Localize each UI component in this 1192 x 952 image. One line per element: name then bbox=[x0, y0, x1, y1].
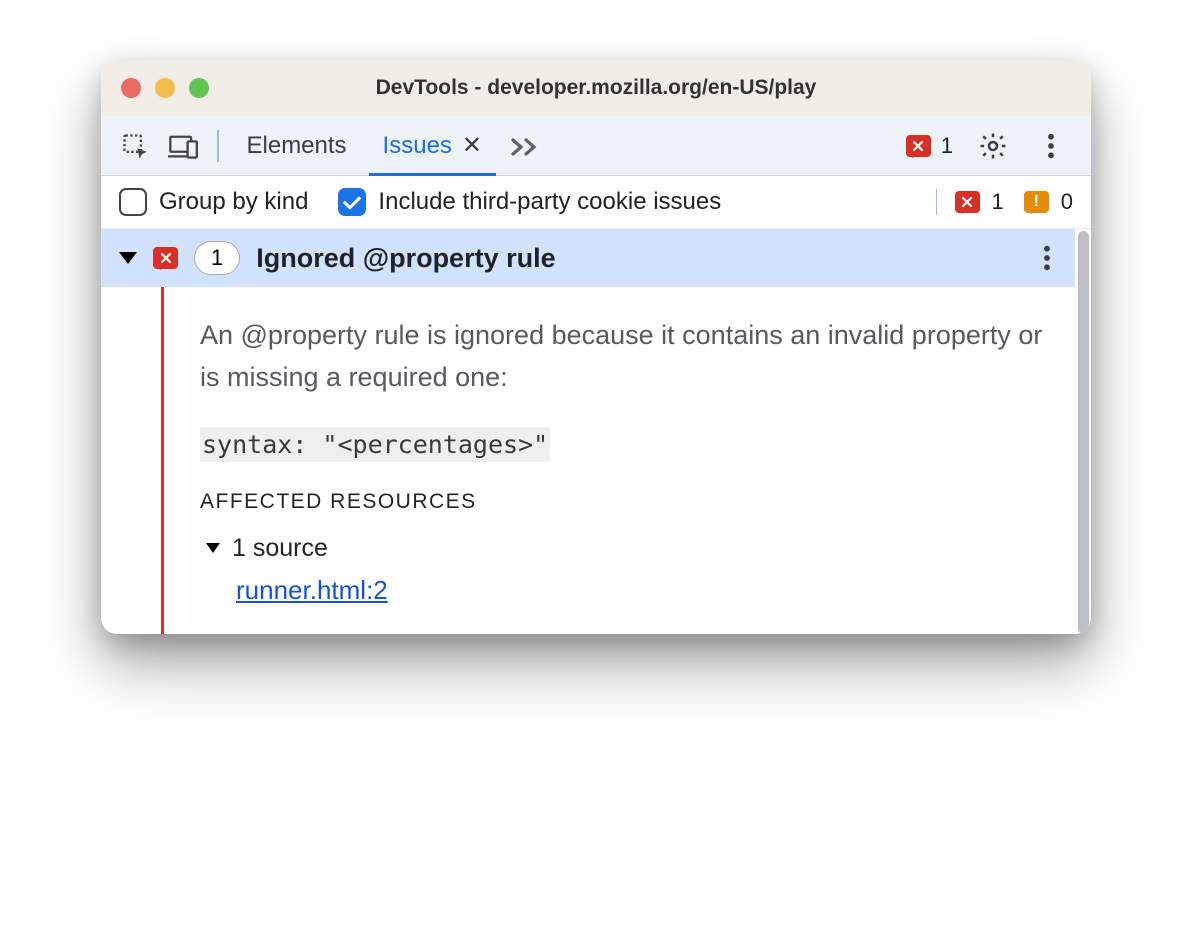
include-third-party-checkbox[interactable] bbox=[338, 188, 366, 216]
include-third-party-label: Include third-party cookie issues bbox=[378, 188, 721, 216]
source-count: 1 source bbox=[232, 534, 328, 563]
titlebar: DevTools - developer.mozilla.org/en-US/p… bbox=[101, 60, 1091, 116]
error-badge[interactable]: 1 bbox=[906, 133, 953, 159]
tabs: Elements Issues ✕ bbox=[229, 116, 553, 175]
options-bar: Group by kind Include third-party cookie… bbox=[101, 176, 1091, 229]
tab-elements[interactable]: Elements bbox=[229, 116, 365, 175]
inspect-icon[interactable] bbox=[117, 128, 153, 164]
divider bbox=[217, 130, 219, 162]
issue-menu-icon[interactable] bbox=[1037, 244, 1057, 272]
more-tabs-button[interactable] bbox=[500, 116, 552, 175]
error-icon bbox=[153, 247, 178, 269]
scrollbar[interactable] bbox=[1075, 229, 1091, 634]
issue-title: Ignored @property rule bbox=[256, 243, 555, 274]
close-window-button[interactable] bbox=[121, 78, 141, 98]
scrollbar-thumb[interactable] bbox=[1078, 231, 1089, 634]
more-menu-icon[interactable] bbox=[1033, 128, 1069, 164]
issue-count-pill: 1 bbox=[194, 241, 240, 275]
group-by-kind-checkbox[interactable] bbox=[119, 188, 147, 216]
error-icon bbox=[906, 135, 931, 157]
sources-toggle[interactable]: 1 source bbox=[200, 534, 1043, 563]
error-icon bbox=[955, 191, 980, 213]
window-title: DevTools - developer.mozilla.org/en-US/p… bbox=[101, 76, 1091, 100]
tabstrip-right: 1 bbox=[906, 128, 1081, 164]
severity-rule bbox=[161, 287, 164, 634]
group-by-kind-label: Group by kind bbox=[159, 188, 308, 216]
issue-counts: 1 ! 0 bbox=[936, 189, 1074, 215]
zoom-window-button[interactable] bbox=[189, 78, 209, 98]
issue-code: syntax: "<percentages>" bbox=[200, 427, 550, 462]
warning-count: 0 bbox=[1061, 189, 1073, 215]
traffic-lights bbox=[121, 78, 209, 98]
error-count: 1 bbox=[992, 189, 1004, 215]
source-link[interactable]: runner.html:2 bbox=[236, 575, 388, 606]
issues-panel: 1 Ignored @property rule An @property ru… bbox=[101, 229, 1091, 634]
error-count: 1 bbox=[941, 133, 953, 159]
issue-body: An @property rule is ignored because it … bbox=[101, 287, 1075, 634]
warning-icon: ! bbox=[1024, 191, 1049, 213]
tabstrip: Elements Issues ✕ 1 bbox=[101, 116, 1091, 176]
tab-issues[interactable]: Issues ✕ bbox=[365, 116, 500, 175]
affected-resources-label: AFFECTED RESOURCES bbox=[200, 490, 1043, 514]
issue-description: An @property rule is ignored because it … bbox=[200, 315, 1043, 399]
close-tab-icon[interactable]: ✕ bbox=[462, 131, 482, 160]
chevron-down-icon bbox=[119, 252, 137, 264]
issue-header[interactable]: 1 Ignored @property rule bbox=[101, 229, 1075, 287]
minimize-window-button[interactable] bbox=[155, 78, 175, 98]
chevron-down-icon bbox=[206, 543, 220, 553]
devtools-window: DevTools - developer.mozilla.org/en-US/p… bbox=[101, 60, 1091, 634]
device-toolbar-icon[interactable] bbox=[165, 128, 201, 164]
settings-icon[interactable] bbox=[975, 128, 1011, 164]
tab-label: Issues bbox=[383, 132, 452, 160]
tab-label: Elements bbox=[247, 132, 347, 160]
